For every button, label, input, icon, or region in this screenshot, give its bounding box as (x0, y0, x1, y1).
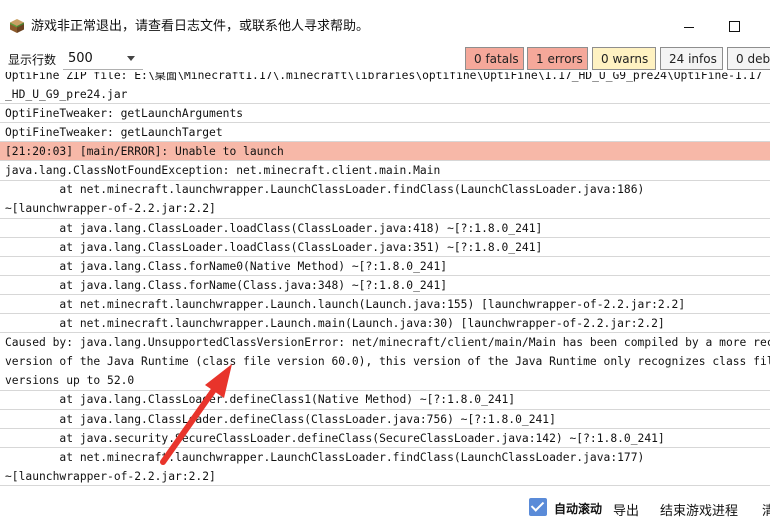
log-toolbar: 显示行数 500 0 fatals 1 errors 0 warns 24 in… (0, 40, 770, 72)
auto-scroll-checkbox[interactable] (529, 498, 547, 516)
auto-scroll-label: 自动滚动 (554, 502, 603, 516)
footer-bar: 自动滚动 导出 结束游戏进程 清 (0, 490, 770, 528)
log-line-text: at java.lang.Class.forName0(Native Metho… (5, 259, 448, 273)
log-line-text: at net.minecraft.launchwrapper.LaunchCla… (5, 450, 645, 464)
log-row[interactable]: at java.security.SecureClassLoader.defin… (0, 429, 770, 448)
log-line-text: OptiFineTweaker: getLaunchArguments (5, 106, 244, 120)
log-row[interactable]: at java.lang.Class.forName0(Native Metho… (0, 257, 770, 277)
log-line-text: [21:20:03] [main/ERROR]: Unable to launc… (5, 145, 284, 159)
log-line-text: java.lang.ClassNotFoundException: net.mi… (5, 164, 441, 178)
log-row[interactable]: at java.lang.ClassLoader.loadClass(Class… (0, 238, 770, 257)
log-line-text: ~[launchwrapper-of-2.2.jar:2.2] (5, 202, 216, 216)
log-row[interactable]: at net.minecraft.launchwrapper.LaunchCla… (0, 448, 770, 487)
lines-count-value: 500 (68, 51, 93, 66)
log-row[interactable]: at net.minecraft.launchwrapper.Launch.ma… (0, 314, 770, 334)
log-row[interactable]: at net.minecraft.launchwrapper.Launch.la… (0, 295, 770, 315)
log-line-text: OptiFine ZIP file: E:\桌面\Minecraft1.17\.… (5, 72, 763, 82)
maximize-icon[interactable] (722, 12, 768, 40)
log-line-text: OptiFineTweaker: getLaunchTarget (5, 126, 223, 140)
log-row[interactable]: OptiFineTweaker: getLaunchTarget (0, 123, 770, 143)
kill-game-button[interactable]: 结束游戏进程 (660, 500, 738, 519)
log-line-text: ~[launchwrapper-of-2.2.jar:2.2] (5, 469, 216, 483)
log-row-error[interactable]: [21:20:03] [main/ERROR]: Unable to launc… (0, 142, 770, 162)
log-line-text: at net.minecraft.launchwrapper.Launch.la… (5, 297, 686, 311)
warns-filter-toggle[interactable]: 0 warns (592, 47, 656, 70)
log-row[interactable]: OptiFineTweaker: getLaunchArguments (0, 104, 770, 124)
minecraft-block-icon (10, 19, 24, 33)
log-line-text: at java.lang.ClassLoader.loadClass(Class… (5, 240, 543, 254)
log-line-text: _HD_U_G9_pre24.jar (5, 87, 128, 101)
lines-count-select[interactable]: 500 (63, 45, 143, 70)
errors-filter-toggle[interactable]: 1 errors (527, 47, 588, 70)
log-line-text: at java.lang.ClassLoader.defineClass(Cla… (5, 412, 556, 426)
log-row[interactable]: at java.lang.Class.forName(Class.java:34… (0, 276, 770, 296)
log-line-text: at net.minecraft.launchwrapper.Launch.ma… (5, 317, 665, 331)
debug-filter-toggle[interactable]: 0 debu (727, 47, 770, 70)
title-bar: 游戏非正常退出，请查看日志文件，或联系他人寻求帮助。 (0, 0, 770, 40)
log-row[interactable]: OptiFine ZIP file: E:\桌面\Minecraft1.17\.… (0, 72, 770, 105)
minimize-icon[interactable] (675, 12, 721, 40)
window-title: 游戏非正常退出，请查看日志文件，或联系他人寻求帮助。 (31, 19, 370, 34)
log-row[interactable]: java.lang.ClassNotFoundException: net.mi… (0, 162, 770, 181)
export-button[interactable]: 导出 (613, 500, 639, 519)
clear-button[interactable]: 清 (762, 500, 770, 519)
log-list[interactable]: OptiFine ZIP file: E:\桌面\Minecraft1.17\.… (0, 72, 770, 490)
log-line-text: versions up to 52.0 (5, 374, 135, 388)
log-line-text: at java.security.SecureClassLoader.defin… (5, 431, 665, 445)
log-line-text: version of the Java Runtime (class file … (5, 355, 770, 369)
log-line-text: Caused by: java.lang.UnsupportedClassVer… (5, 336, 770, 350)
log-line-text: at net.minecraft.launchwrapper.LaunchCla… (5, 183, 645, 197)
log-row[interactable]: at java.lang.ClassLoader.defineClass(Cla… (0, 410, 770, 429)
lines-count-label: 显示行数 (8, 53, 57, 67)
fatals-filter-toggle[interactable]: 0 fatals (465, 47, 524, 70)
log-line-text: at java.lang.ClassLoader.defineClass1(Na… (5, 393, 516, 407)
log-row[interactable]: Caused by: java.lang.UnsupportedClassVer… (0, 333, 770, 391)
log-row[interactable]: at java.lang.ClassLoader.defineClass1(Na… (0, 391, 770, 410)
log-line-text: at java.lang.Class.forName(Class.java:34… (5, 278, 448, 292)
infos-filter-toggle[interactable]: 24 infos (660, 47, 723, 70)
chevron-down-icon (127, 56, 135, 61)
log-line-text: at java.lang.ClassLoader.loadClass(Class… (5, 221, 543, 235)
log-row[interactable]: at java.lang.ClassLoader.loadClass(Class… (0, 219, 770, 238)
log-row[interactable]: at net.minecraft.launchwrapper.LaunchCla… (0, 181, 770, 219)
